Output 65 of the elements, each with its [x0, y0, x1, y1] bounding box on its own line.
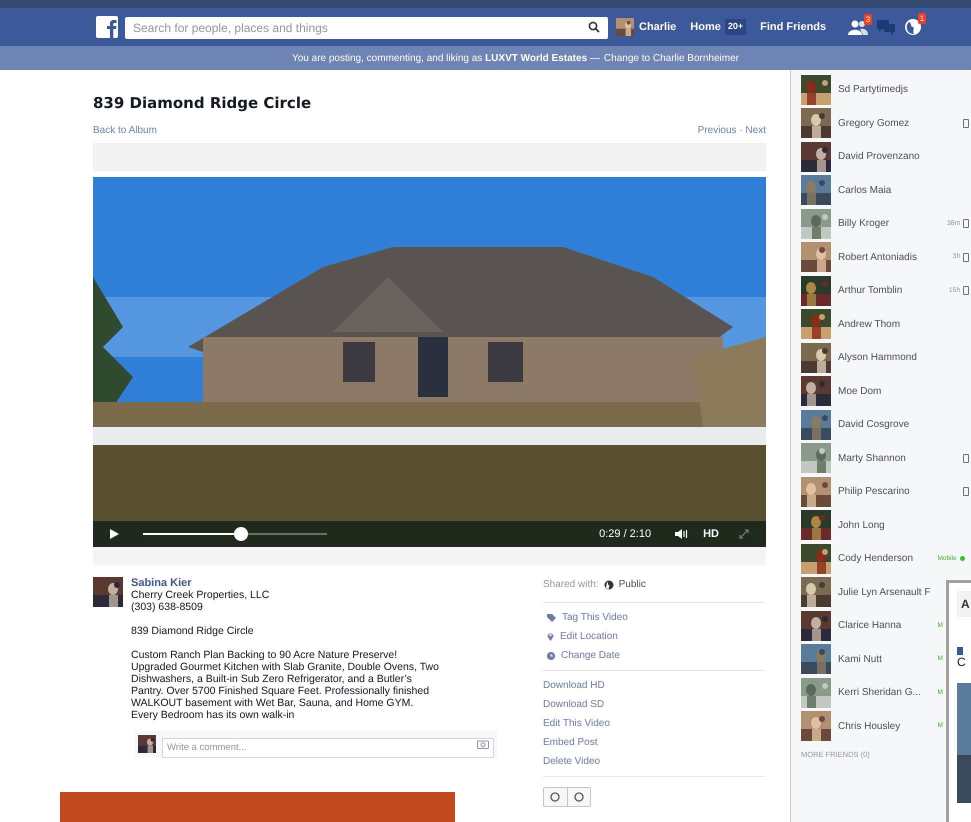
option-link[interactable]: Embed Post — [543, 735, 765, 750]
friend-name[interactable]: Moe Dom — [838, 384, 882, 399]
friend-name[interactable]: Philip Pescarino — [838, 484, 910, 500]
profile-link[interactable]: Charlie — [639, 18, 676, 36]
option-link[interactable]: Delete Video — [543, 754, 765, 769]
friend-name[interactable]: Gregory Gomez — [838, 116, 910, 131]
switch-account-link[interactable]: Change to Charlie Bornheimer — [604, 50, 739, 66]
friend-name[interactable]: Clarice Hanna — [838, 618, 902, 634]
option-link[interactable]: Download SD — [543, 697, 765, 712]
fullscreen-icon[interactable] — [739, 529, 749, 539]
camera-icon[interactable] — [477, 739, 489, 749]
popup-text: C — [957, 655, 967, 669]
find-friends-link[interactable]: Find Friends — [760, 18, 826, 36]
back-to-album-link[interactable]: Back to Album — [93, 123, 157, 138]
friend-name[interactable]: Billy Kroger — [838, 216, 890, 232]
search-icon[interactable] — [588, 21, 600, 33]
friend-name[interactable]: Julie Lyn Arsenault F — [838, 584, 930, 600]
shared-with-label: Shared with: — [543, 578, 599, 592]
volume-icon[interactable] — [675, 529, 690, 539]
page-title: 839 Diamond Ridge Circle — [93, 94, 312, 112]
clock-icon — [547, 652, 555, 660]
home-link[interactable]: Home — [690, 18, 721, 36]
friend-name[interactable]: Sd Partytimedjs — [838, 82, 908, 98]
pin-icon — [547, 632, 554, 641]
friend-name[interactable]: Cody Henderson — [838, 551, 914, 566]
friend-name[interactable]: Andrew Thom — [838, 316, 900, 332]
notification-badge: 1 — [918, 13, 926, 24]
option-link[interactable]: Download HD — [543, 678, 765, 693]
friend-name[interactable]: Arthur Tomblin — [838, 283, 902, 298]
audience-label[interactable]: Public — [618, 577, 646, 592]
search-field[interactable]: Search for people, places and things — [125, 17, 608, 39]
notification-badge: 3 — [864, 14, 872, 25]
play-icon[interactable] — [110, 529, 119, 539]
post-paragraph: 839 Diamond Ridge Circle — [131, 625, 255, 637]
author-link[interactable]: Sabina Kier — [131, 577, 441, 589]
friend-name[interactable]: Kerri Sheridan G... — [838, 685, 921, 700]
notice-text: You are posting, commenting, and liking as LUXVT World Estates — — [292, 52, 600, 66]
friend-name[interactable]: Kami Nutt — [838, 652, 882, 667]
pager-links[interactable]: Previous · Next — [698, 123, 766, 138]
facebook-logo[interactable] — [96, 16, 118, 38]
action-link[interactable]: Tag This Video — [562, 610, 628, 625]
friend-name[interactable]: Chris Housley — [838, 718, 900, 734]
home-count: 20+ — [724, 19, 746, 35]
video-time: 0:29 / 2:10 — [599, 526, 652, 542]
friend-name[interactable]: Marty Shannon — [838, 450, 906, 466]
friend-name[interactable]: Carlos Maia — [838, 182, 892, 198]
author-detail: Cherry Creek Properties, LLC — [131, 589, 270, 601]
popup-link-mark — [957, 647, 963, 655]
comment-field[interactable]: Write a comment... — [162, 738, 494, 758]
option-link[interactable]: Edit This Video — [543, 716, 765, 731]
globe-icon — [604, 580, 614, 590]
friend-name[interactable]: Robert Antoniadis — [838, 250, 917, 265]
action-link[interactable]: Change Date — [561, 648, 620, 663]
popup-header: A — [957, 591, 971, 617]
friend-name[interactable]: John Long — [838, 518, 885, 533]
action-link[interactable]: Edit Location — [560, 629, 618, 644]
author-detail: (303) 638-8509 — [131, 601, 204, 613]
friend-name[interactable]: David Provenzano — [838, 149, 920, 164]
rotate-buttons[interactable] — [543, 787, 591, 807]
hd-toggle[interactable]: HD — [703, 526, 719, 542]
post-paragraph: Custom Ranch Plan Backing to 90 Acre Nature Preserve! Upgraded Gourmet Kitchen with Slab Granite, Double Ovens, Two Dishwashers, a Built-in Sub Zero Refrigerator, and a Butler’s Pantry. Over 5700 Finished Square Feet. Professionally finished WALKOUT basement with Wet Bar, Sauna, and Home GYM. Every Bedroom has its own walk-in — [131, 649, 440, 721]
tag-icon — [547, 614, 556, 622]
friend-name[interactable]: David Cosgrove — [838, 417, 910, 432]
friend-name[interactable]: Alyson Hammond — [838, 350, 917, 366]
progress-thumb[interactable] — [234, 527, 248, 541]
